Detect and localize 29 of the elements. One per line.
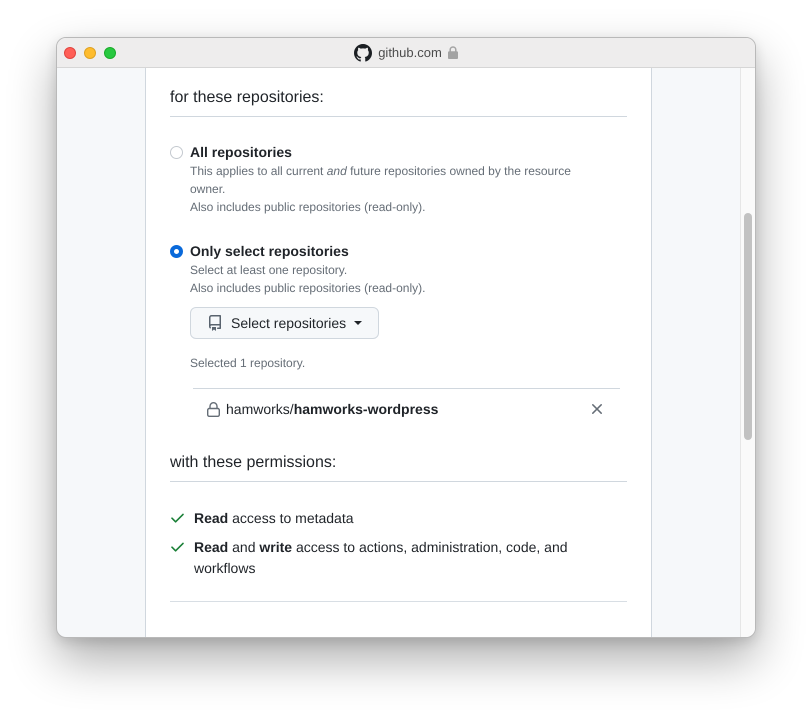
radio-label[interactable]: All repositories xyxy=(190,143,292,162)
radio-button[interactable] xyxy=(170,146,183,159)
caret-icon xyxy=(354,321,362,325)
lock-icon xyxy=(448,46,458,59)
minimize-button[interactable] xyxy=(84,46,96,58)
repository-icon xyxy=(207,315,223,331)
radio-label[interactable]: Only select repositories xyxy=(190,242,349,261)
lock-icon xyxy=(207,402,220,416)
remove-repository-button[interactable] xyxy=(592,404,602,414)
section-heading: for these repositories: xyxy=(170,88,325,108)
close-icon xyxy=(592,404,602,414)
check-icon xyxy=(171,513,184,523)
select-repositories-button[interactable]: Select repositories xyxy=(190,307,380,339)
radio-button[interactable] xyxy=(170,245,183,258)
check-icon xyxy=(171,542,184,552)
scrollbar-thumb[interactable] xyxy=(744,213,752,440)
close-button[interactable] xyxy=(64,46,76,58)
repository-name: hamworks/hamworks-wordpress xyxy=(226,401,440,417)
option-description: Also includes public repositories (read-only). xyxy=(190,280,426,297)
selection-summary: Selected 1 repository. xyxy=(190,355,306,372)
permission-text: Read and write access to actions, administration, code, and workflows xyxy=(194,538,569,578)
permission-text: Read access to metadata xyxy=(194,509,355,528)
window-title: github.com xyxy=(378,45,442,60)
option-description: Also includes public repositories (read-only). xyxy=(190,199,426,216)
section-heading: with these permissions: xyxy=(170,453,338,473)
maximize-button[interactable] xyxy=(104,46,116,58)
option-description: This applies to all current and future repositories owned by the resource owner. xyxy=(190,163,572,198)
option-description: Select at least one repository. xyxy=(190,262,348,279)
logo-icon xyxy=(354,44,372,62)
